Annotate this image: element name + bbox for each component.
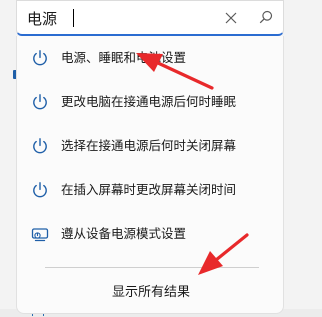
search-results-flyout: 电源、睡眠和电池设置 更改电脑在接通电源后何时睡眠 选择在接通电源后何时关闭屏幕: [16, 36, 284, 314]
result-item-device-power-mode[interactable]: 遵从设备电源模式设置: [21, 216, 279, 252]
search-icon: [259, 9, 273, 28]
result-label: 电源、睡眠和电池设置: [61, 50, 187, 65]
device-power-mode-icon: [31, 225, 49, 243]
result-item-screen-off-time[interactable]: 在插入屏幕时更改屏幕关闭时间: [21, 172, 279, 208]
result-item-screen-off-when-plugged-in[interactable]: 选择在接通电源后何时关闭屏幕: [21, 128, 279, 164]
text-caret: [73, 9, 74, 27]
power-icon: [31, 137, 49, 155]
search-box: [16, 0, 284, 36]
clear-search-button[interactable]: [221, 8, 241, 28]
result-label: 遵从设备电源模式设置: [61, 226, 187, 241]
result-item-power-sleep-battery-settings[interactable]: 电源、睡眠和电池设置: [21, 40, 279, 76]
result-label: 在插入屏幕时更改屏幕关闭时间: [61, 182, 237, 197]
result-item-sleep-when-plugged-in[interactable]: 更改电脑在接通电源后何时睡眠: [21, 84, 279, 120]
result-label: 选择在接通电源后何时关闭屏幕: [61, 138, 237, 153]
search-input[interactable]: [27, 7, 217, 29]
result-label: 更改电脑在接通电源后何时睡眠: [61, 94, 237, 109]
show-all-results-button[interactable]: 显示所有结果: [89, 278, 213, 308]
close-icon: [225, 9, 237, 28]
power-icon: [31, 49, 49, 67]
search-submit-button[interactable]: [255, 8, 277, 28]
power-icon: [31, 93, 49, 111]
settings-search-screen: 电源、睡眠和电池设置 更改电脑在接通电源后何时睡眠 选择在接通电源后何时关闭屏幕: [0, 0, 322, 317]
power-icon: [31, 181, 49, 199]
results-divider: [45, 267, 259, 268]
